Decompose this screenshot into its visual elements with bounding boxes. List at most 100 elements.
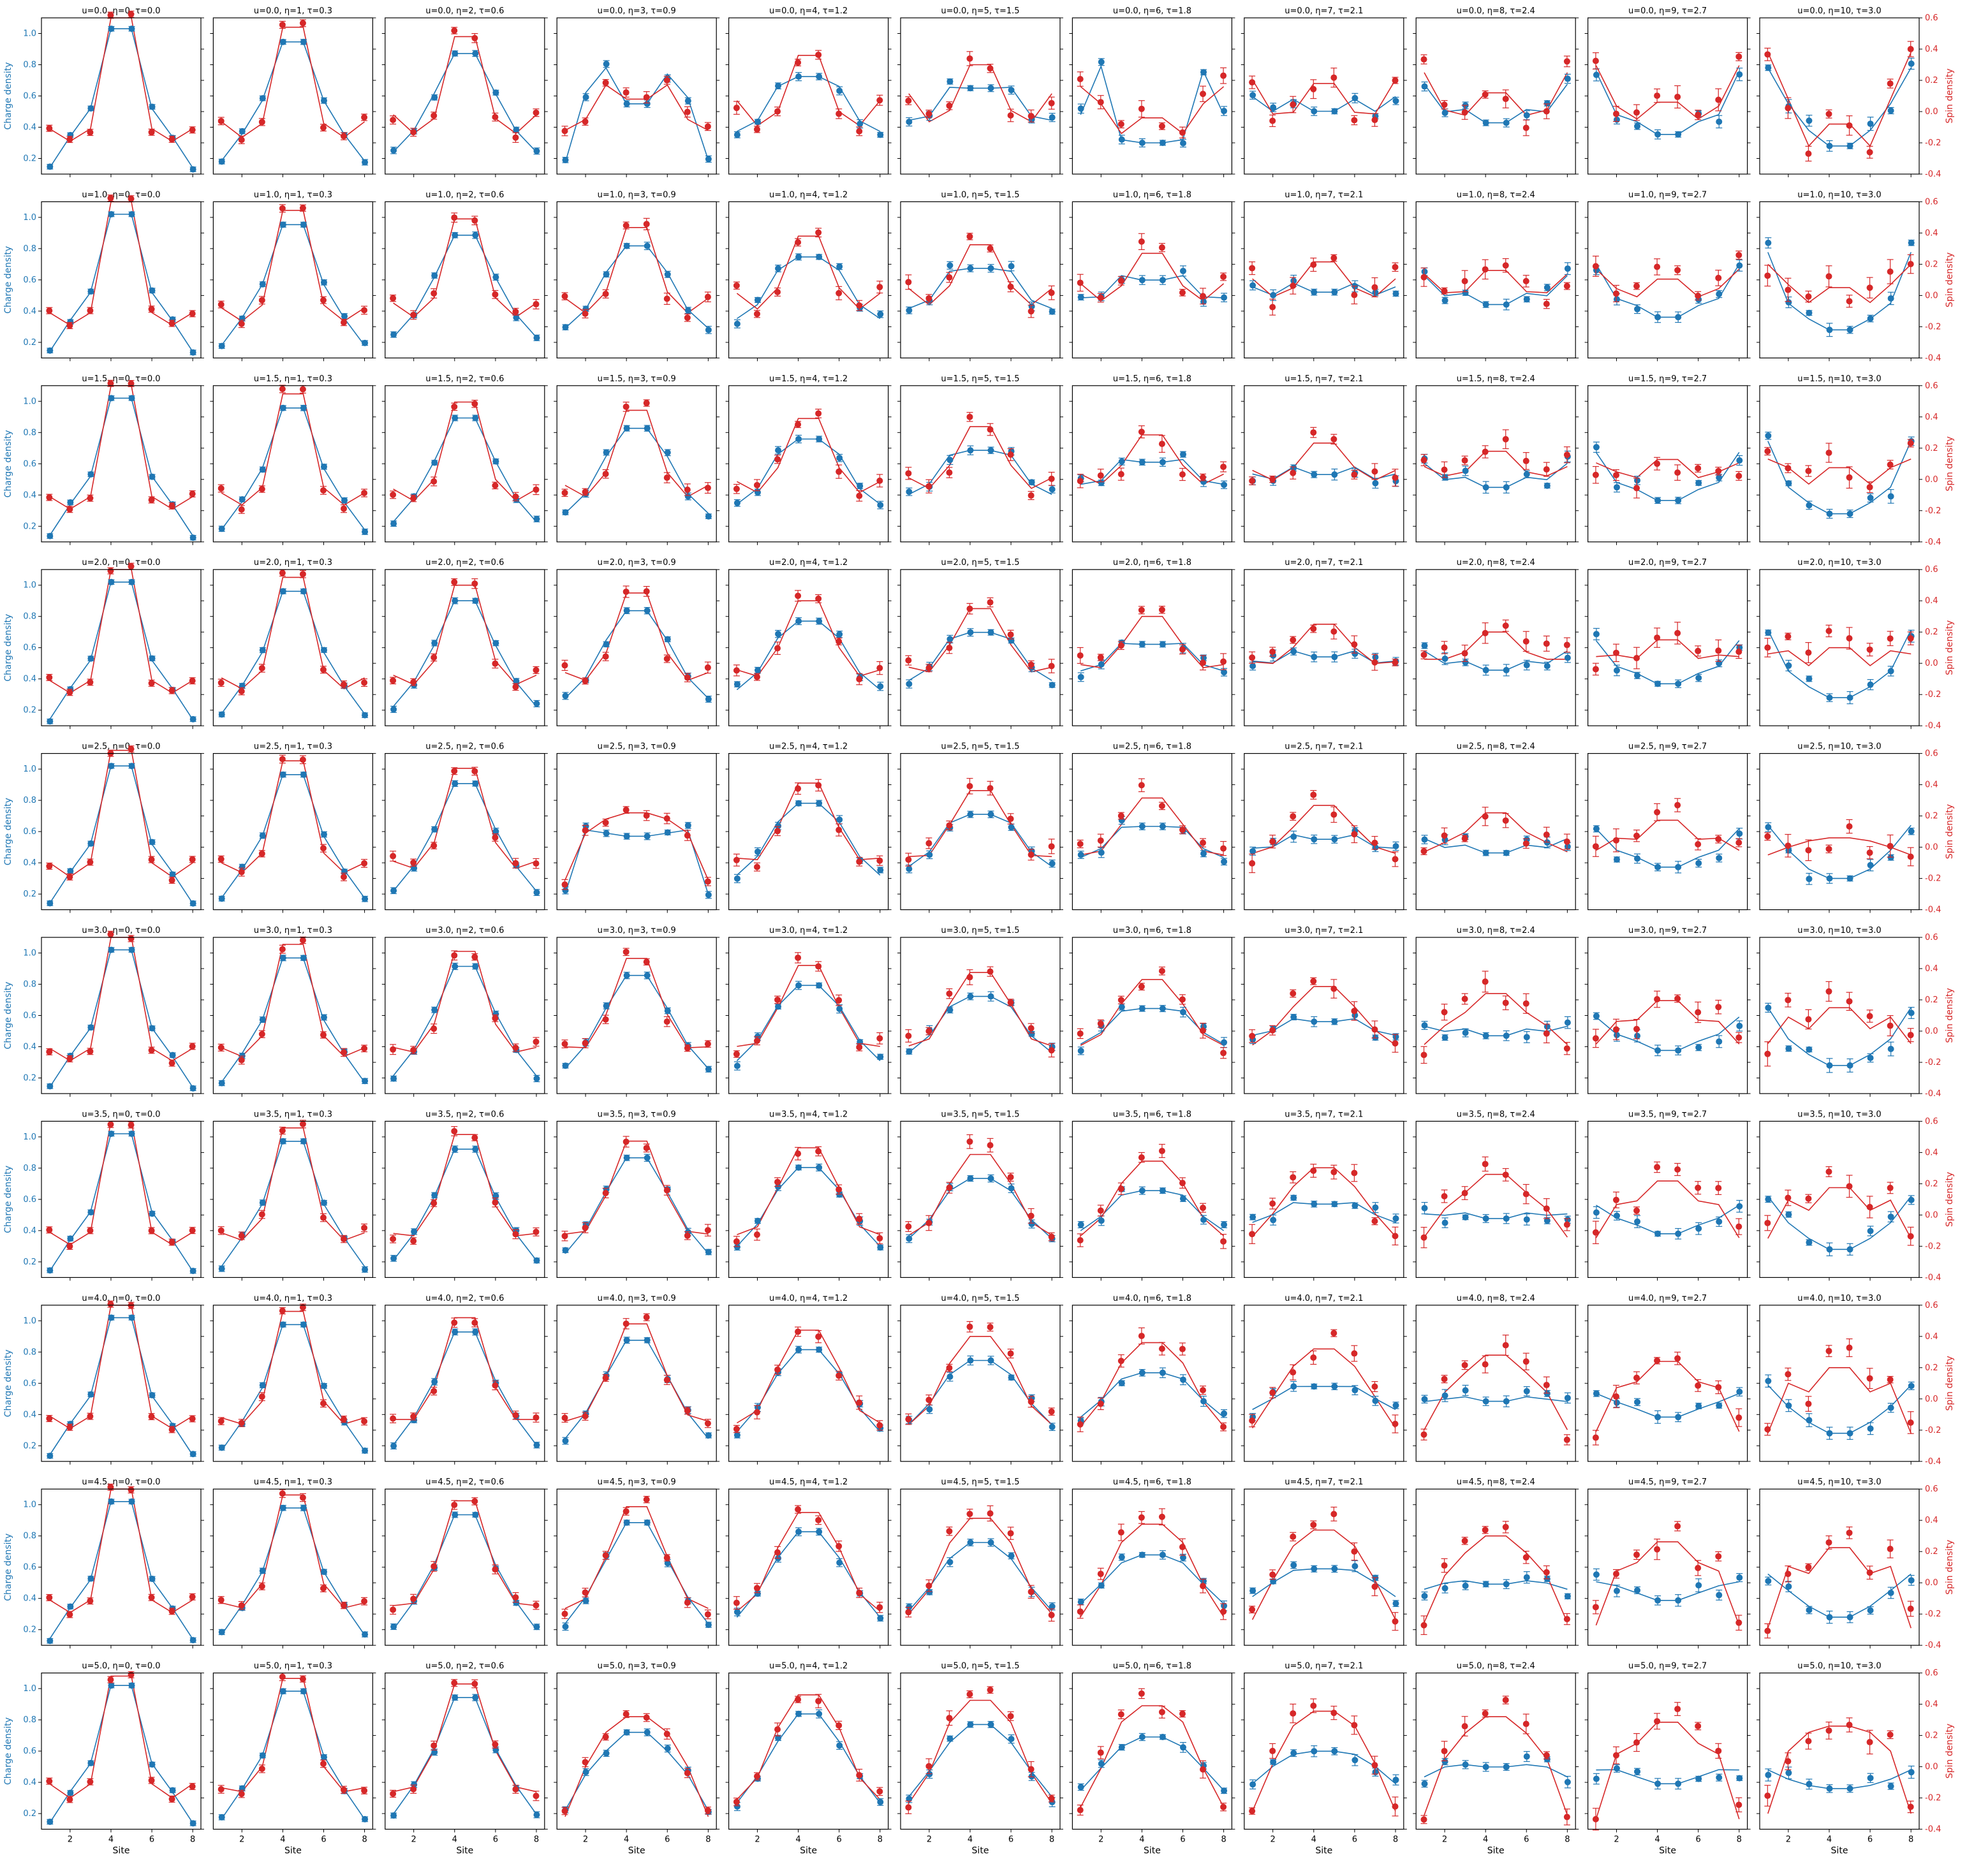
spin-point <box>1592 843 1599 850</box>
spin-point <box>623 807 630 814</box>
spin-model-line <box>221 393 365 506</box>
charge-point <box>1421 83 1428 90</box>
spin-point <box>925 664 932 671</box>
spin-point <box>238 868 245 876</box>
spin-point <box>1077 75 1084 82</box>
charge-point <box>1675 314 1682 321</box>
spin-point <box>410 129 417 136</box>
spin-point <box>987 245 994 252</box>
panel-frame <box>1244 569 1404 726</box>
spin-point <box>1785 465 1792 472</box>
spin-point <box>1543 108 1550 115</box>
charge-point <box>1008 824 1015 831</box>
spin-point <box>1654 460 1661 467</box>
spin-point <box>1420 274 1427 281</box>
charge-point <box>1613 667 1620 674</box>
charge-point <box>795 618 802 625</box>
panel-frame <box>212 201 373 358</box>
charge-point <box>239 496 246 503</box>
spin-point <box>533 1038 540 1045</box>
spin-point <box>148 129 155 136</box>
right-tick-label: -0.4 <box>1925 170 1941 179</box>
spin-point <box>1441 832 1448 839</box>
spin-point <box>1290 636 1297 643</box>
spin-point <box>361 860 368 867</box>
spin-point <box>753 311 760 318</box>
charge-model-line <box>221 957 365 1083</box>
charge-point <box>128 763 135 770</box>
spin-point <box>1138 782 1145 789</box>
charge-point <box>300 955 307 962</box>
charge-point <box>1138 458 1146 465</box>
panel-u2-eta5: u=2.0, η=5, τ=1.5 <box>897 558 1063 729</box>
charge-point <box>47 1083 54 1090</box>
panel-frame <box>1244 752 1404 911</box>
charge-point <box>1654 863 1661 870</box>
charge-point <box>562 693 569 700</box>
charge-point <box>1887 493 1894 500</box>
charge-point <box>603 641 610 648</box>
spin-point <box>1220 658 1227 665</box>
panel-frame <box>385 752 545 911</box>
spin-point <box>390 677 397 684</box>
charge-point <box>189 349 196 356</box>
panel-frame <box>1244 201 1404 358</box>
panel-u2-eta6: u=2.0, η=6, τ=1.8 <box>1069 558 1235 729</box>
spin-point <box>87 858 94 865</box>
spin-point <box>533 301 540 308</box>
spin-point <box>1269 476 1276 483</box>
spin-point <box>946 102 953 109</box>
spin-point <box>189 1043 196 1050</box>
charge-point <box>906 119 913 126</box>
panel-u1.5-eta9: u=1.5, η=9, τ=2.7 <box>1584 374 1751 545</box>
charge-point <box>1441 297 1448 304</box>
charge-point <box>836 816 843 823</box>
spin-point <box>663 474 670 481</box>
charge-point <box>733 131 740 138</box>
charge-point <box>390 520 397 527</box>
charge-point <box>1785 480 1792 487</box>
spin-point <box>238 1057 245 1064</box>
panel-frame <box>41 752 202 911</box>
right-tick-label: -0.2 <box>1925 874 1941 884</box>
spin-point <box>1612 472 1619 479</box>
charge-point <box>705 326 712 333</box>
charge-point <box>1503 119 1510 126</box>
panel-title: u=1.5, η=1, τ=0.3 <box>254 374 332 384</box>
panel-frame <box>728 201 889 358</box>
panel-u2.5-eta0: u=2.5, η=0, τ=0.00.20.40.60.81.0Charge d… <box>3 742 204 913</box>
spin-point <box>512 308 519 315</box>
charge-point <box>1613 856 1620 863</box>
charge-point <box>472 963 479 970</box>
charge-point <box>1049 682 1056 689</box>
charge-point <box>775 631 782 638</box>
charge-point <box>1765 824 1772 831</box>
charge-point <box>1593 71 1600 78</box>
left-tick-label: 1.0 <box>23 949 36 958</box>
charge-point <box>362 339 369 346</box>
charge-point <box>1098 59 1105 66</box>
right-axis-label: Spin density <box>1945 620 1955 675</box>
left-tick-label: 0.6 <box>23 459 36 469</box>
panel-title: u=3.0, η=2, τ=0.6 <box>425 926 504 935</box>
spin-point <box>217 856 225 863</box>
spin-point <box>1220 273 1227 280</box>
panel-frame <box>385 937 545 1094</box>
charge-point <box>341 868 348 875</box>
spin-point <box>217 679 225 686</box>
spin-point <box>925 483 932 490</box>
spin-point <box>684 314 691 321</box>
spin-point <box>1200 91 1207 98</box>
panel-frame <box>728 752 889 911</box>
charge-point <box>1736 71 1743 78</box>
charge-point <box>259 281 266 288</box>
spin-point <box>1887 635 1894 642</box>
spin-point <box>1200 474 1207 481</box>
spin-point <box>238 136 245 143</box>
spin-point <box>341 319 348 326</box>
charge-point <box>320 97 327 104</box>
spin-point <box>1907 45 1914 52</box>
spin-point <box>1028 112 1035 119</box>
left-tick-label: 0.8 <box>23 796 36 805</box>
charge-model-line <box>908 631 1052 681</box>
